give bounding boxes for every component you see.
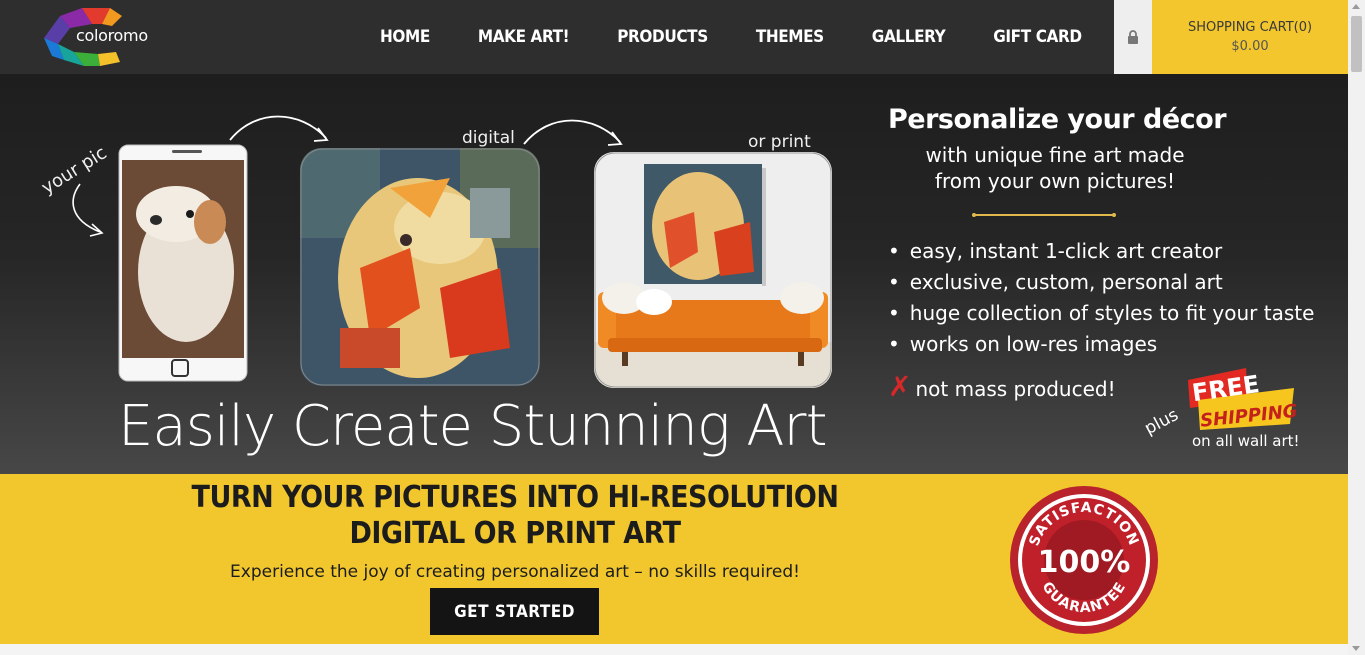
scroll-down-arrow-icon[interactable] — [1352, 646, 1360, 651]
page-bottom-strip — [0, 644, 1348, 655]
lock-icon — [1128, 30, 1138, 44]
scroll-up-arrow-icon[interactable] — [1352, 4, 1360, 9]
free-shipping-badge: FREE SHIPPING — [1188, 368, 1296, 432]
nav-themes[interactable]: THEMES — [756, 27, 824, 47]
arrow-to-print-icon — [523, 119, 623, 146]
digital-art-image — [300, 148, 540, 386]
satisfaction-guarantee-seal: SATISFACTION 100% GUARANTEE — [1010, 486, 1158, 634]
promo-band: TURN YOUR PICTURES INTO HI-RESOLUTION DI… — [0, 474, 1348, 644]
digital-label: digital — [462, 128, 515, 148]
not-mass-produced-text: not mass produced! — [915, 377, 1116, 401]
nav-make-art[interactable]: MAKE ART! — [478, 27, 570, 47]
get-started-button[interactable]: GET STARTED — [430, 588, 599, 635]
personalize-title: Personalize your décor — [888, 104, 1227, 135]
nav-home[interactable]: HOME — [380, 27, 430, 47]
personalize-subtitle-line-1: with unique fine art made — [925, 143, 1185, 167]
red-x-icon: ✗ — [888, 370, 912, 403]
plus-label: plus — [1141, 404, 1182, 440]
curved-arrow-icon — [72, 183, 104, 237]
account-lock-button[interactable] — [1114, 0, 1152, 74]
nav-products[interactable]: PRODUCTS — [617, 27, 708, 47]
arrow-to-digital-icon — [229, 115, 329, 142]
phone-image — [118, 144, 248, 382]
on-all-wall-art-label: on all wall art! — [1192, 432, 1300, 450]
seal-percent-text: 100% — [1038, 545, 1131, 580]
hero-title: Easily Create Stunning Art — [118, 394, 828, 459]
feature-item: easy, instant 1-click art creator — [888, 236, 1314, 267]
or-print-label: or print — [748, 132, 811, 152]
coloromo-logo[interactable]: coloromo — [40, 4, 160, 70]
personalize-subtitle: with unique fine art made from your own … — [898, 142, 1212, 194]
nav-gift-card[interactable]: GIFT CARD — [993, 27, 1082, 47]
print-room-image — [594, 152, 832, 388]
top-navigation-bar: coloromo HOME MAKE ART! PRODUCTS THEMES … — [0, 0, 1348, 74]
personalize-subtitle-line-2: from your own pictures! — [934, 169, 1176, 193]
hero-banner[interactable]: your pic digital or print Easily Create … — [0, 74, 1348, 474]
band-title: TURN YOUR PICTURES INTO HI-RESOLUTION DI… — [191, 480, 839, 551]
band-subtitle: Experience the joy of creating personali… — [230, 562, 800, 582]
scrollbar-thumb[interactable] — [1351, 16, 1362, 72]
cart-label: SHOPPING CART(0) — [1187, 20, 1313, 35]
main-nav: HOME MAKE ART! PRODUCTS THEMES GALLERY G… — [356, 0, 1106, 74]
gold-divider — [972, 213, 1116, 217]
feature-item: exclusive, custom, personal art — [888, 267, 1314, 298]
vertical-scrollbar[interactable] — [1348, 0, 1365, 655]
logo-text: coloromo — [76, 26, 148, 45]
feature-list: easy, instant 1-click art creator exclus… — [888, 236, 1315, 360]
feature-item: huge collection of styles to fit your ta… — [888, 298, 1315, 329]
not-mass-produced: ✗ not mass produced! — [888, 370, 1116, 403]
nav-gallery[interactable]: GALLERY — [872, 27, 946, 47]
shopping-cart-button[interactable]: SHOPPING CART(0) $0.00 — [1152, 0, 1348, 74]
cart-total: $0.00 — [1231, 39, 1269, 54]
feature-item: works on low-res images — [888, 329, 1314, 360]
